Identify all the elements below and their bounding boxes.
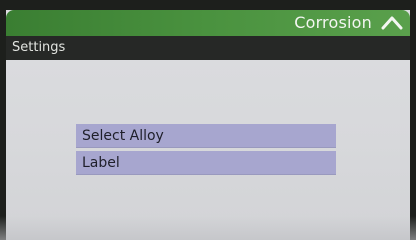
menu-item-select-alloy[interactable]: Select Alloy <box>76 124 336 148</box>
collapse-button[interactable] <box>380 13 404 33</box>
bottom-shade <box>0 216 416 240</box>
chevron-up-icon <box>381 16 403 30</box>
header-title: Corrosion <box>294 13 372 32</box>
title-bar: Settings <box>6 36 410 60</box>
page-title: Settings <box>12 40 66 55</box>
settings-menu: Select Alloy Label <box>76 124 336 178</box>
menu-item-label[interactable]: Label <box>76 151 336 175</box>
header-bar: Corrosion <box>6 10 410 36</box>
bezel-right <box>410 0 416 240</box>
bezel-top <box>0 0 416 10</box>
device-screen: Corrosion Settings Select Alloy Label <box>0 0 416 240</box>
